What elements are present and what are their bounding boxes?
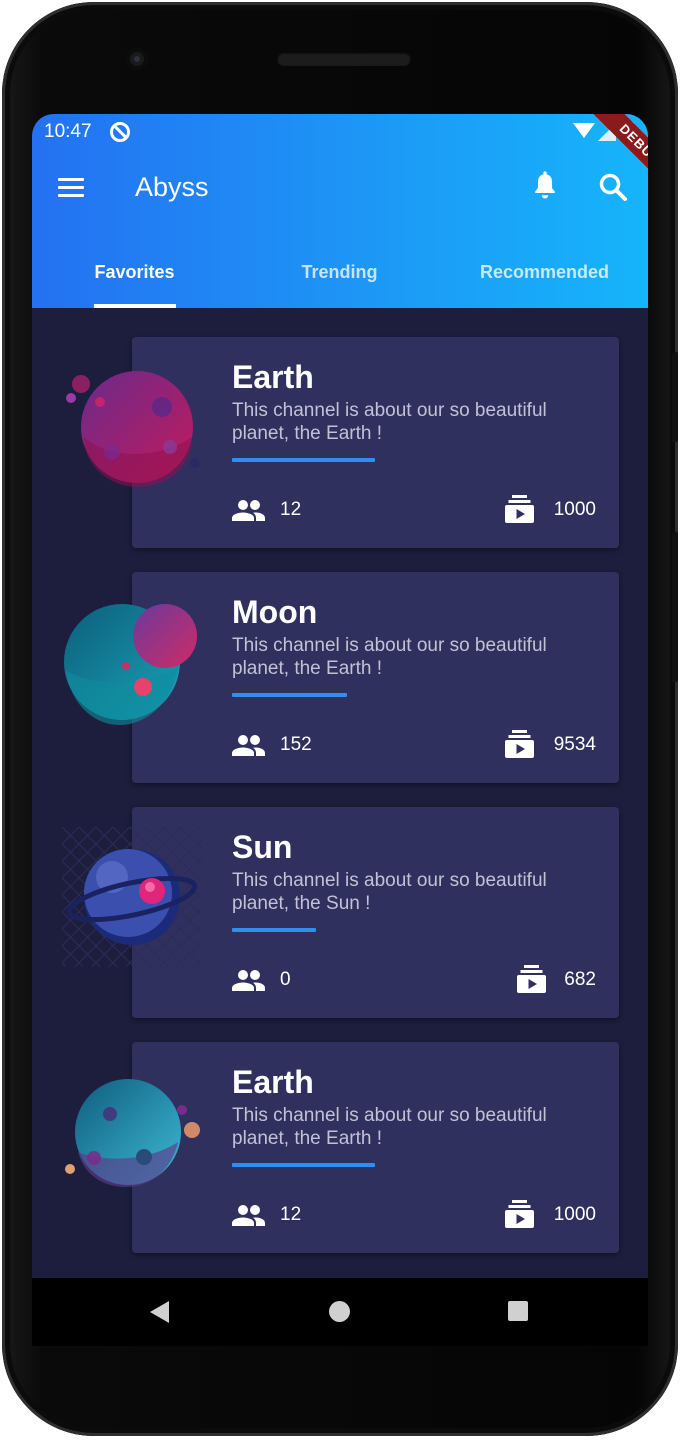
planet-illustration [66,371,200,487]
channel-description: This channel is about our so beautiful p… [232,1105,547,1149]
channel-progress-bar [232,693,347,697]
subscriber-count: 12 [280,499,302,520]
channel-title: Sun [232,829,293,865]
channel-progress-bar [232,1163,375,1167]
video-count: 1000 [553,1204,596,1225]
planet-illustration [65,1079,200,1187]
video-count: 682 [564,969,596,990]
people-icon [232,500,265,521]
tab-favorites[interactable]: Favorites [32,228,237,308]
earpiece-speaker [277,52,411,66]
people-icon [232,970,265,991]
recents-icon[interactable] [508,1301,528,1321]
power-button [672,532,678,682]
sun-illustration [62,827,202,967]
channel-title: Earth [232,359,314,395]
video-count: 1000 [553,499,596,520]
volume-button [672,352,678,442]
channel-card[interactable]: Sun This channel is about our so beautif… [132,807,619,1018]
people-icon [232,1205,265,1226]
channel-progress-bar [232,458,375,462]
menu-icon[interactable] [58,178,84,198]
do-not-disturb-icon [110,122,130,142]
tab-bar: Favorites Trending Recommended [32,228,648,308]
back-icon[interactable] [150,1301,169,1323]
video-count: 9534 [553,734,596,755]
header: 10:47 DEBUG Abyss Favorites Trending Rec… [32,114,648,308]
subscriber-count: 12 [280,1204,302,1225]
channel-description: This channel is about our so beautiful p… [232,635,547,679]
video-library-icon [517,965,546,993]
search-icon[interactable] [598,172,628,202]
channel-card[interactable]: Moon This channel is about our so beauti… [132,572,619,783]
channel-title: Moon [232,594,318,630]
subscriber-count: 152 [280,734,312,755]
app-bar: Abyss [32,148,648,228]
channel-title: Earth [232,1064,314,1100]
moon-illustration [64,604,197,725]
app-title: Abyss [135,172,209,202]
status-time: 10:47 [44,121,92,142]
subscriber-count: 0 [280,969,291,990]
video-library-icon [505,730,534,758]
channel-description: This channel is about our so beautiful p… [232,400,547,444]
channel-description: This channel is about our so beautiful p… [232,870,547,914]
wifi-icon [573,123,595,138]
channel-progress-bar [232,928,316,932]
video-library-icon [505,495,534,523]
home-icon[interactable] [329,1301,350,1322]
tab-recommended[interactable]: Recommended [442,228,647,308]
front-camera [126,48,148,70]
people-icon [232,735,265,756]
video-library-icon [505,1200,534,1228]
app-screen: 10:47 DEBUG Abyss Favorites Trending Rec… [32,114,648,1346]
tab-indicator [94,304,176,308]
tab-trending[interactable]: Trending [237,228,442,308]
bell-icon[interactable] [532,170,558,202]
channel-card[interactable]: Earth This channel is about our so beaut… [132,337,619,548]
system-nav-bar [32,1278,648,1346]
status-bar: 10:47 DEBUG [32,114,648,196]
channel-card[interactable]: Earth This channel is about our so beaut… [132,1042,619,1253]
